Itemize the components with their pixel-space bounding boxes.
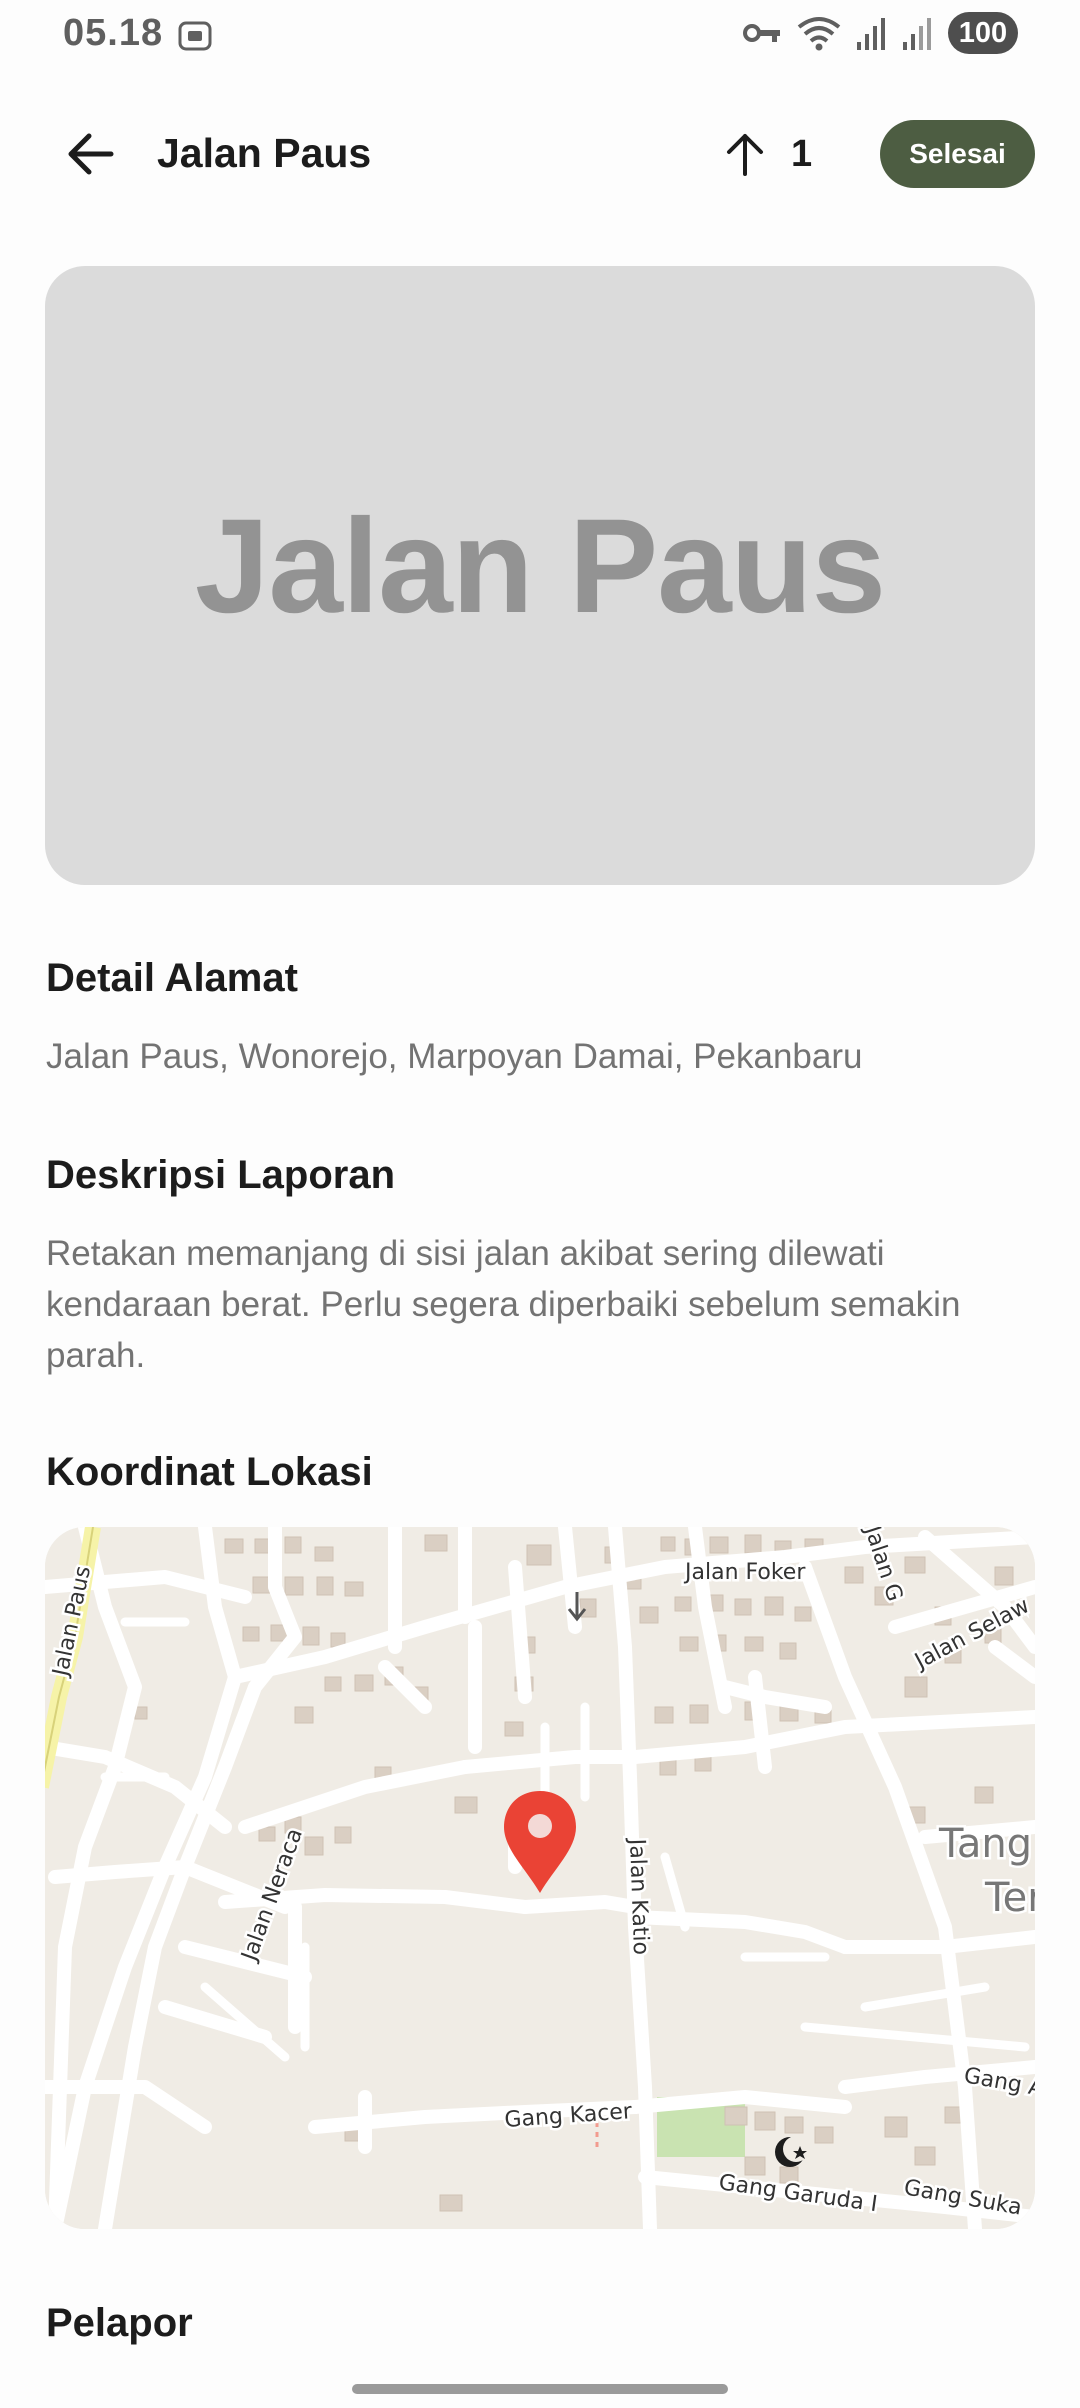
location-title: Koordinat Lokasi <box>46 1450 373 1494</box>
page-title: Jalan Paus <box>157 130 372 176</box>
arrow-up-icon <box>727 134 763 176</box>
report-image: Jalan Paus <box>45 266 1035 885</box>
upvote-count: 1 <box>791 132 813 175</box>
upvote-button[interactable]: 1 <box>725 126 812 182</box>
map-label-ter: Ter <box>984 1875 1035 1921</box>
battery-icon: 100 <box>948 12 1018 54</box>
vpn-key-icon <box>743 24 780 42</box>
map-label-jalan-foker: Jalan Foker <box>683 1560 806 1585</box>
description-title: Deskripsi Laporan <box>46 1153 396 1197</box>
map-label-tang: Tang <box>938 1821 1032 1867</box>
map-label-jalan-katio: Jalan Katio <box>624 1836 653 1955</box>
signal-icon <box>903 18 931 50</box>
status-bar: 05.18 100 <box>0 0 1080 76</box>
status-time: 05.18 <box>63 12 164 54</box>
location-map[interactable]: Jalan Paus Jalan Foker Jalan G Jalan Sel… <box>45 1527 1035 2229</box>
screenshot-icon <box>178 21 212 51</box>
home-indicator[interactable] <box>352 2384 728 2394</box>
arrow-left-icon <box>68 133 114 175</box>
description-text: Retakan memanjang di sisi jalan akibat s… <box>46 1234 961 1375</box>
back-button[interactable] <box>52 122 128 186</box>
report-image-placeholder: Jalan Paus <box>194 492 886 641</box>
done-button[interactable]: Selesai <box>880 120 1035 188</box>
app-bar: Jalan Paus 1 Selesai <box>0 106 1080 202</box>
signal-icon <box>857 18 885 50</box>
address-title: Detail Alamat <box>46 956 298 1000</box>
address-text: Jalan Paus, Wonorejo, Marpoyan Damai, Pe… <box>46 1037 863 1076</box>
reporter-title: Pelapor <box>46 2301 193 2345</box>
wifi-icon <box>797 17 841 51</box>
